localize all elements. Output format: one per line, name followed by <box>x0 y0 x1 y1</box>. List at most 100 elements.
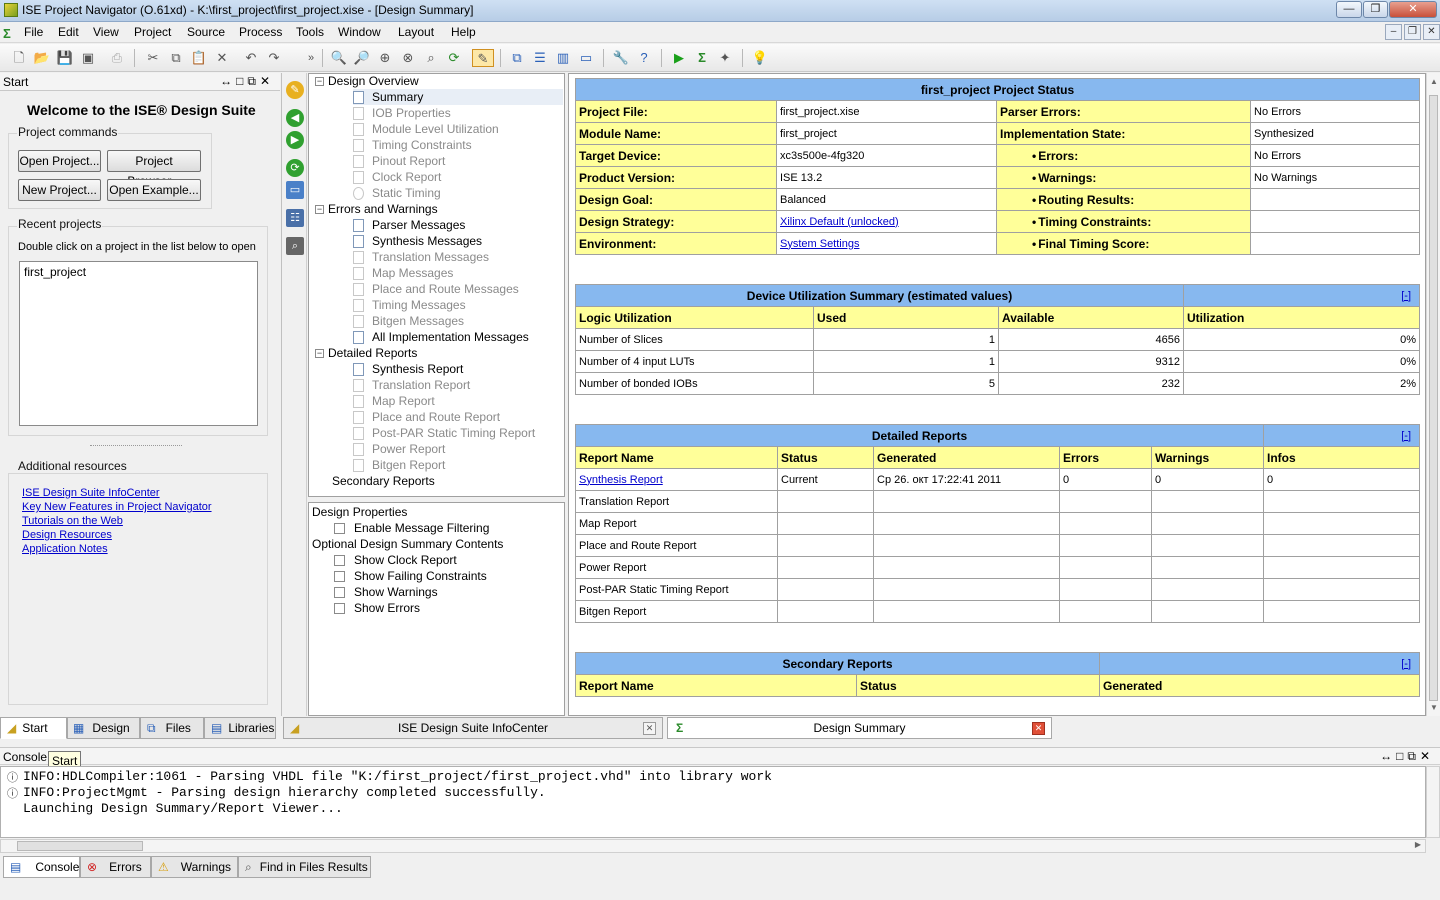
new-file-icon[interactable]: 🗋 <box>10 49 28 67</box>
enable-message-filtering-checkbox[interactable]: Enable Message Filtering <box>334 520 489 536</box>
forward-arrow-icon[interactable]: ▶ <box>286 131 304 149</box>
context-help-icon[interactable]: ? <box>635 49 653 67</box>
link-key-new-features[interactable]: Key New Features in Project Navigator <box>22 501 212 513</box>
hscroll-thumb[interactable] <box>17 841 143 851</box>
open-example-button[interactable]: Open Example... <box>107 179 201 201</box>
menu-edit[interactable]: Edit <box>58 25 79 39</box>
menu-file[interactable]: File <box>24 25 43 39</box>
project-browser-button[interactable]: Project Browser... <box>107 150 201 188</box>
properties-icon[interactable]: ▭ <box>286 181 304 199</box>
zoom-selection-icon[interactable]: ⌕ <box>422 49 440 67</box>
tree-design-overview[interactable]: − Design Overview <box>315 74 419 89</box>
tree-synthesis-report[interactable]: Synthesis Report <box>353 361 463 377</box>
save-all-icon[interactable]: ▣ <box>79 49 97 67</box>
show-warnings-checkbox[interactable]: Show Warnings <box>334 584 438 600</box>
console-output[interactable]: ⓘ INFO:HDLCompiler:1061 - Parsing VHDL f… <box>0 766 1426 838</box>
tree-map-report[interactable]: Map Report <box>353 393 435 409</box>
tree-pinout-report[interactable]: Pinout Report <box>353 153 445 169</box>
cut-icon[interactable]: ✂ <box>144 49 162 67</box>
minimize-button[interactable]: — <box>1336 1 1362 18</box>
tree-translation-report[interactable]: Translation Report <box>353 377 470 393</box>
tree-par-messages[interactable]: Place and Route Messages <box>353 281 519 297</box>
utilization-collapse-link[interactable]: [-] <box>1183 284 1420 307</box>
hierarchy-icon[interactable]: ☷ <box>286 209 304 227</box>
tree-timing-messages[interactable]: Timing Messages <box>353 297 466 313</box>
menu-window[interactable]: Window <box>338 25 381 39</box>
link-infocenter[interactable]: ISE Design Suite InfoCenter <box>22 487 160 499</box>
main-vertical-scrollbar[interactable]: ▲ ▼ <box>1426 73 1440 716</box>
tree-static-timing[interactable]: Static Timing <box>353 185 441 201</box>
scroll-thumb[interactable] <box>1429 95 1438 701</box>
tree-secondary-reports[interactable]: Secondary Reports <box>332 473 435 489</box>
tree-power-report[interactable]: Power Report <box>353 441 445 457</box>
synthesis-report-link[interactable]: Synthesis Report <box>575 468 778 491</box>
refresh-icon[interactable]: ⟳ <box>445 49 463 67</box>
tree-par-report[interactable]: Place and Route Report <box>353 409 500 425</box>
open-folder-icon[interactable]: 📂 <box>33 49 51 67</box>
float-window-icon[interactable]: ▭ <box>577 49 595 67</box>
menu-layout[interactable]: Layout <box>398 25 434 39</box>
settings-wrench-icon[interactable]: 🔧 <box>612 49 630 67</box>
tab-start[interactable]: ◢ Start <box>0 717 67 739</box>
tree-summary[interactable]: Summary <box>353 89 563 105</box>
paste-icon[interactable]: 📋 <box>190 49 208 67</box>
link-design-resources[interactable]: Design Resources <box>22 529 112 541</box>
copy-icon[interactable]: ⧉ <box>167 49 185 67</box>
zoom-full-icon[interactable]: ⊕ <box>376 49 394 67</box>
link-application-notes[interactable]: Application Notes <box>22 543 108 555</box>
show-clock-report-checkbox[interactable]: Show Clock Report <box>334 552 457 568</box>
rerun-icon[interactable]: ⟳ <box>286 159 304 177</box>
detailed-collapse-link[interactable]: [-] <box>1263 424 1421 447</box>
show-failing-constraints-checkbox[interactable]: Show Failing Constraints <box>334 568 487 584</box>
tree-all-impl-messages[interactable]: All Implementation Messages <box>353 329 529 345</box>
tab-console[interactable]: ▤ Console <box>3 856 80 878</box>
design-summary-toggle-icon[interactable]: ✎ <box>472 49 494 67</box>
undo-icon[interactable]: ↶ <box>242 49 260 67</box>
close-design-summary-tab-icon[interactable]: ✕ <box>1032 722 1045 735</box>
mdi-minimize-icon[interactable]: – <box>1385 24 1402 40</box>
tab-infocenter[interactable]: ◢ ISE Design Suite InfoCenter ✕ <box>283 717 663 739</box>
implement-sigma-icon[interactable]: Σ <box>693 49 711 67</box>
print-icon[interactable]: ⎙ <box>108 49 126 67</box>
redo-icon[interactable]: ↷ <box>265 49 283 67</box>
tree-iob-properties[interactable]: IOB Properties <box>353 105 451 121</box>
link-tutorials[interactable]: Tutorials on the Web <box>22 515 123 527</box>
toolbar-overflow-icon[interactable]: » <box>302 49 320 67</box>
tab-libraries[interactable]: ▤ Libraries <box>204 717 276 739</box>
secondary-collapse-link[interactable]: [-] <box>1099 652 1421 675</box>
tree-module-utilization[interactable]: Module Level Utilization <box>353 121 499 137</box>
zoom-fit-icon[interactable]: ⊗ <box>399 49 417 67</box>
tree-clock-report[interactable]: Clock Report <box>353 169 441 185</box>
tree-bitgen-report[interactable]: Bitgen Report <box>353 457 445 473</box>
recent-project-item[interactable]: first_project <box>24 265 86 279</box>
menu-help[interactable]: Help <box>451 25 476 39</box>
tree-translation-messages[interactable]: Translation Messages <box>353 249 489 265</box>
zoom-in-icon[interactable]: 🔍 <box>330 49 348 67</box>
menu-project[interactable]: Project <box>134 25 171 39</box>
save-icon[interactable]: 💾 <box>56 49 74 67</box>
splitter-handle[interactable] <box>90 445 182 447</box>
probe-icon[interactable]: ✦ <box>716 49 734 67</box>
find-binoculars-icon[interactable]: ⌕ <box>286 237 304 255</box>
tree-parser-messages[interactable]: Parser Messages <box>353 217 465 233</box>
mdi-restore-icon[interactable]: ❐ <box>1404 24 1421 40</box>
menu-process[interactable]: Process <box>239 25 282 39</box>
zoom-out-icon[interactable]: 🔎 <box>353 49 371 67</box>
tree-errors-warnings[interactable]: − Errors and Warnings <box>315 201 438 217</box>
mdi-close-icon[interactable]: ✕ <box>1423 24 1440 40</box>
maximize-button[interactable]: ❐ <box>1363 1 1388 18</box>
console-vertical-scrollbar[interactable] <box>1426 766 1440 838</box>
console-panel-controls-icon[interactable]: ↔□⧉✕ <box>1380 749 1434 764</box>
tab-find-in-files[interactable]: ⌕ Find in Files Results <box>238 856 371 878</box>
ise-menu-icon[interactable]: Σ <box>3 26 11 41</box>
panel-controls-icon[interactable]: ↔□⧉✕ <box>220 74 274 89</box>
open-project-button[interactable]: Open Project... <box>18 150 101 172</box>
console-horizontal-scrollbar[interactable]: ▶ <box>0 839 1426 853</box>
show-errors-checkbox[interactable]: Show Errors <box>334 600 420 616</box>
tab-design-summary[interactable]: Σ Design Summary ✕ <box>667 717 1052 739</box>
run-icon[interactable]: ▶ <box>670 49 688 67</box>
recent-projects-list[interactable]: first_project <box>19 261 258 426</box>
tree-bitgen-messages[interactable]: Bitgen Messages <box>353 313 464 329</box>
tab-design[interactable]: ▦ Design <box>67 717 140 739</box>
status-link[interactable]: System Settings <box>776 232 997 255</box>
